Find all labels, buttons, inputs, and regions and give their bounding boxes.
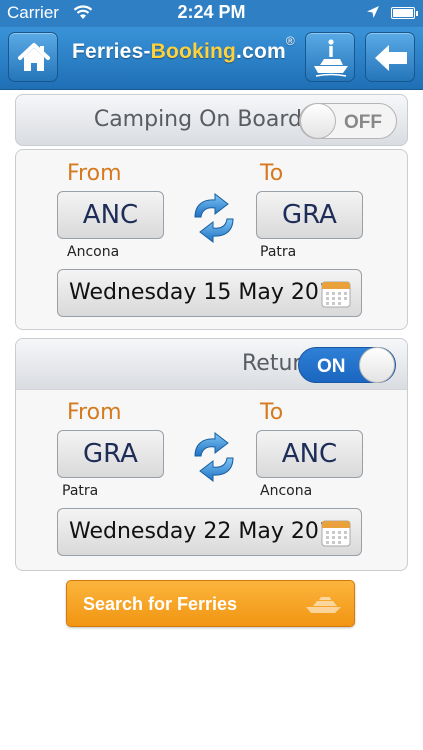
outbound-to-label: To bbox=[260, 161, 284, 186]
home-button[interactable] bbox=[8, 32, 58, 82]
search-ferries-button[interactable]: Search for Ferries bbox=[66, 580, 355, 627]
return-to-port-button[interactable]: ANC bbox=[256, 430, 363, 478]
toggle-knob bbox=[300, 103, 336, 139]
battery-icon bbox=[391, 7, 418, 19]
ship-info-button[interactable] bbox=[305, 32, 355, 82]
return-to-label: To bbox=[260, 400, 284, 425]
calendar-icon bbox=[321, 280, 351, 312]
swap-ports-icon[interactable] bbox=[189, 192, 239, 244]
registered-mark: ® bbox=[285, 34, 295, 48]
back-button[interactable] bbox=[365, 32, 415, 82]
return-from-city: Patra bbox=[62, 483, 99, 499]
camping-toggle-state: OFF bbox=[344, 112, 382, 133]
return-header: Return ON bbox=[16, 339, 407, 390]
back-arrow-icon bbox=[375, 45, 407, 71]
title-part-com: .com bbox=[236, 40, 286, 63]
navigation-bar: Ferries-Booking.com® bbox=[0, 27, 423, 90]
outbound-to-port-button[interactable]: GRA bbox=[256, 191, 363, 239]
camping-on-board-row: Camping On Board OFF bbox=[15, 94, 408, 146]
outbound-from-label: From bbox=[67, 161, 122, 186]
return-date: Wednesday 22 May 2013 bbox=[69, 519, 347, 544]
home-icon bbox=[18, 43, 50, 71]
outbound-from-port-button[interactable]: ANC bbox=[57, 191, 164, 239]
return-from-label: From bbox=[67, 400, 122, 425]
camping-toggle[interactable]: OFF bbox=[299, 103, 397, 139]
status-bar: Carrier 2:24 PM bbox=[0, 0, 423, 27]
return-date-button[interactable]: Wednesday 22 May 2013 bbox=[57, 508, 362, 556]
return-from-port-button[interactable]: GRA bbox=[57, 430, 164, 478]
return-toggle[interactable]: ON bbox=[298, 347, 396, 383]
location-arrow-icon bbox=[366, 5, 380, 24]
outbound-from-city: Ancona bbox=[67, 244, 120, 260]
return-trip-panel: Return ON From To GRA ANC Patra Ancona W… bbox=[15, 338, 408, 571]
search-ferries-label: Search for Ferries bbox=[83, 594, 238, 614]
return-toggle-state: ON bbox=[317, 356, 346, 377]
outbound-to-city: Patra bbox=[260, 244, 297, 260]
calendar-icon bbox=[321, 519, 351, 551]
swap-ports-icon[interactable] bbox=[189, 431, 239, 483]
status-time: 2:24 PM bbox=[177, 2, 246, 22]
outbound-trip-panel: From To ANC GRA Ancona Patra Wednesday 1… bbox=[15, 149, 408, 330]
ship-info-icon bbox=[314, 39, 348, 77]
camping-label: Camping On Board bbox=[93, 107, 302, 132]
title-part-ferries: Ferries- bbox=[72, 40, 151, 63]
outbound-date-button[interactable]: Wednesday 15 May 2013 bbox=[57, 269, 362, 317]
return-to-city: Ancona bbox=[260, 483, 313, 499]
app-title: Ferries-Booking.com® bbox=[72, 34, 295, 64]
outbound-date: Wednesday 15 May 2013 bbox=[69, 280, 347, 305]
ferry-ship-icon bbox=[304, 592, 344, 620]
toggle-knob bbox=[359, 347, 395, 383]
title-part-booking: Booking bbox=[150, 40, 237, 63]
